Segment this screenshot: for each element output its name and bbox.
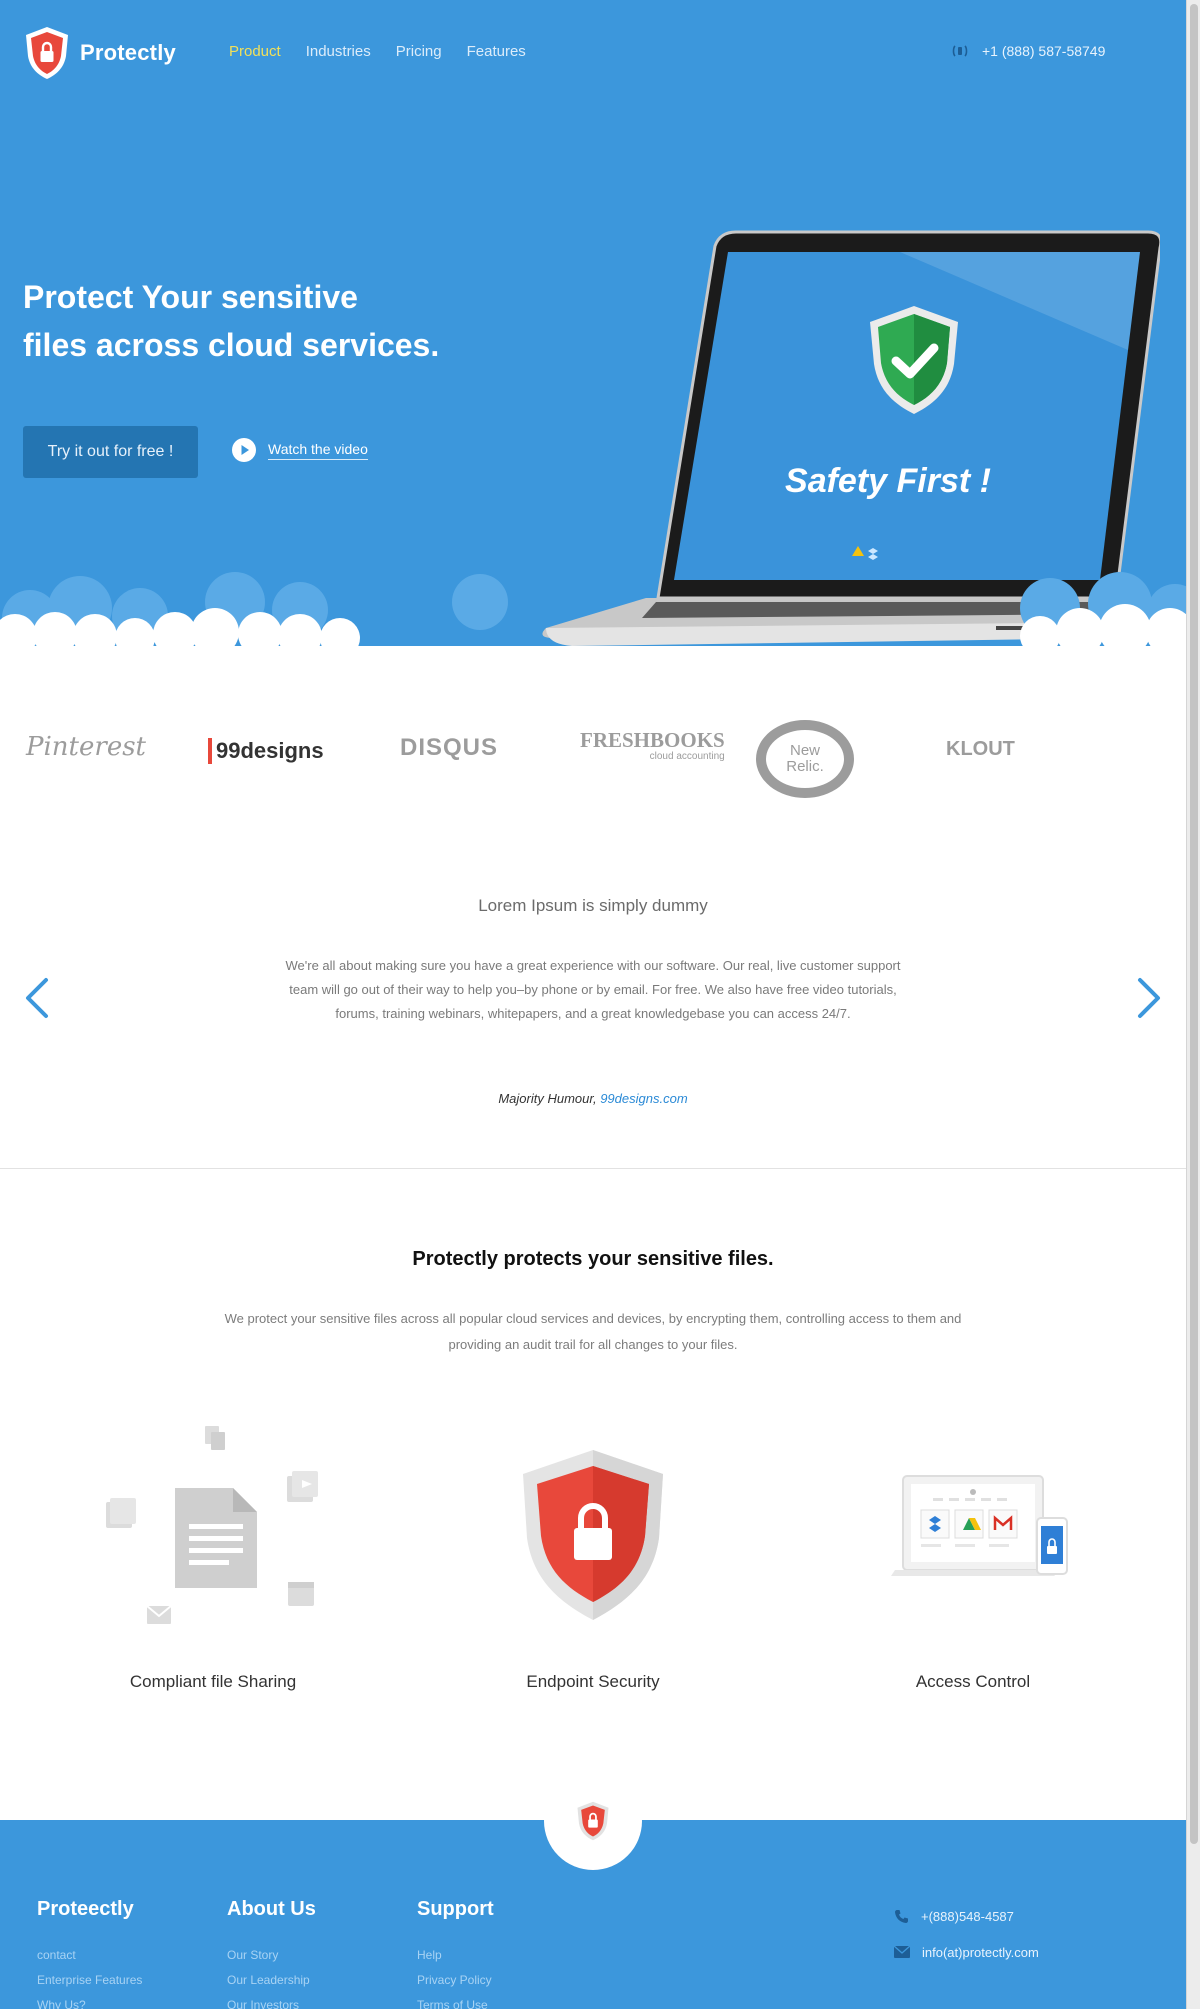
footer-link-help[interactable]: Help [417, 1943, 494, 1968]
mail-icon [894, 1946, 910, 1958]
vertical-scrollbar[interactable] [1186, 0, 1200, 2009]
footer-link-why-us[interactable]: Why Us? [37, 1993, 142, 2009]
section-divider [0, 1168, 1186, 1169]
screen-safety-text: Safety First ! [785, 462, 991, 500]
testimonial-body: We're all about making sure you have a g… [285, 958, 901, 1021]
logo-99designs: 99designs [208, 738, 324, 764]
cloud-strip [0, 572, 1186, 660]
client-logos: Pinterest 99designs DISQUS FRESHBOOKS cl… [0, 720, 1186, 820]
footer-col-company-title: Proteectly [37, 1898, 134, 1920]
nav-product[interactable]: Product [229, 43, 281, 60]
nav-industries[interactable]: Industries [306, 43, 371, 60]
header-phone[interactable]: +1 (888) 587-58749 [952, 43, 1105, 59]
footer-col-about-title: About Us [227, 1898, 316, 1920]
brand-logo[interactable]: Protectly [24, 26, 176, 80]
logo-pinterest: Pinterest [26, 732, 146, 762]
footer-link-investors[interactable]: Our Investors [227, 1993, 316, 2009]
footer-col-support-title: Support [417, 1898, 494, 1920]
logo-newrelic: New Relic. [756, 720, 854, 798]
play-icon [232, 438, 256, 462]
scrollbar-thumb[interactable] [1190, 4, 1198, 1844]
feature-file-sharing-label: Compliant file Sharing [129, 1672, 297, 1691]
brand-name: Protectly [80, 40, 176, 65]
try-free-button[interactable]: Try it out for free ! [23, 426, 198, 478]
footer-link-terms[interactable]: Terms of Use [417, 1993, 494, 2009]
main-nav: Product Industries Pricing Features [229, 43, 526, 60]
footer-col-company: Proteectly contact Enterprise Features W… [37, 1898, 142, 2009]
logo-disqus: DISQUS [400, 734, 499, 761]
devices-icon [891, 1475, 1068, 1576]
nav-features[interactable]: Features [467, 43, 526, 60]
footer-email[interactable]: info(at)protectly.com [894, 1934, 1039, 1970]
footer-phone[interactable]: +(888)548-4587 [894, 1898, 1039, 1934]
footer-phone-number: +(888)548-4587 [921, 1908, 1014, 1924]
logo-klout: KLOUT [946, 738, 1015, 760]
footer-logo-badge[interactable] [544, 1772, 642, 1870]
feature-endpoint-security: Endpoint Security [443, 1420, 743, 1691]
feature-endpoint-security-label: Endpoint Security [526, 1672, 660, 1691]
shield-lock-icon [523, 1450, 663, 1620]
footer-link-our-story[interactable]: Our Story [227, 1943, 316, 1968]
feature-access-control: Access Control [823, 1420, 1123, 1691]
nav-pricing[interactable]: Pricing [396, 43, 442, 60]
footer-col-about: About Us Our Story Our Leadership Our In… [227, 1898, 316, 2009]
testimonial-author: Majority Humour, 99designs.com [0, 1091, 1186, 1106]
file-sharing-icon [106, 1426, 318, 1624]
footer-link-leadership[interactable]: Our Leadership [227, 1968, 316, 1993]
shield-logo-icon [26, 27, 68, 79]
footer-email-address: info(at)protectly.com [922, 1944, 1039, 1960]
footer-link-enterprise[interactable]: Enterprise Features [37, 1968, 142, 1993]
prev-arrow-icon[interactable] [22, 976, 52, 1020]
feature-access-control-label: Access Control [915, 1672, 1031, 1691]
footer-link-privacy[interactable]: Privacy Policy [417, 1968, 494, 1993]
hero-title-line1: Protect Your sensitive [23, 279, 358, 315]
shield-logo-icon [577, 1801, 609, 1841]
features-body: We protect your sensitive files across a… [224, 1311, 962, 1352]
next-arrow-icon[interactable] [1134, 976, 1164, 1020]
phone-icon [895, 1909, 908, 1923]
testimonial-author-name: Majority Humour, [498, 1091, 597, 1106]
feature-file-sharing: Compliant file Sharing [63, 1420, 363, 1691]
header-phone-number: +1 (888) 587-58749 [982, 43, 1106, 59]
hero-section: Protectly Product Industries Pricing Fea… [0, 0, 1186, 660]
footer-col-support: Support Help Privacy Policy Terms of Use [417, 1898, 494, 2009]
testimonial-author-link[interactable]: 99designs.com [600, 1091, 687, 1106]
features-title: Protectly protects your sensitive files. [412, 1248, 774, 1270]
footer-link-contact[interactable]: contact [37, 1943, 142, 1968]
testimonial-title: Lorem Ipsum is simply dummy [478, 896, 708, 915]
phone-ring-icon [952, 45, 968, 57]
logo-freshbooks: FRESHBOOKS cloud accounting [580, 728, 725, 762]
footer-contact: +(888)548-4587 info(at)protectly.com [894, 1898, 1039, 1970]
